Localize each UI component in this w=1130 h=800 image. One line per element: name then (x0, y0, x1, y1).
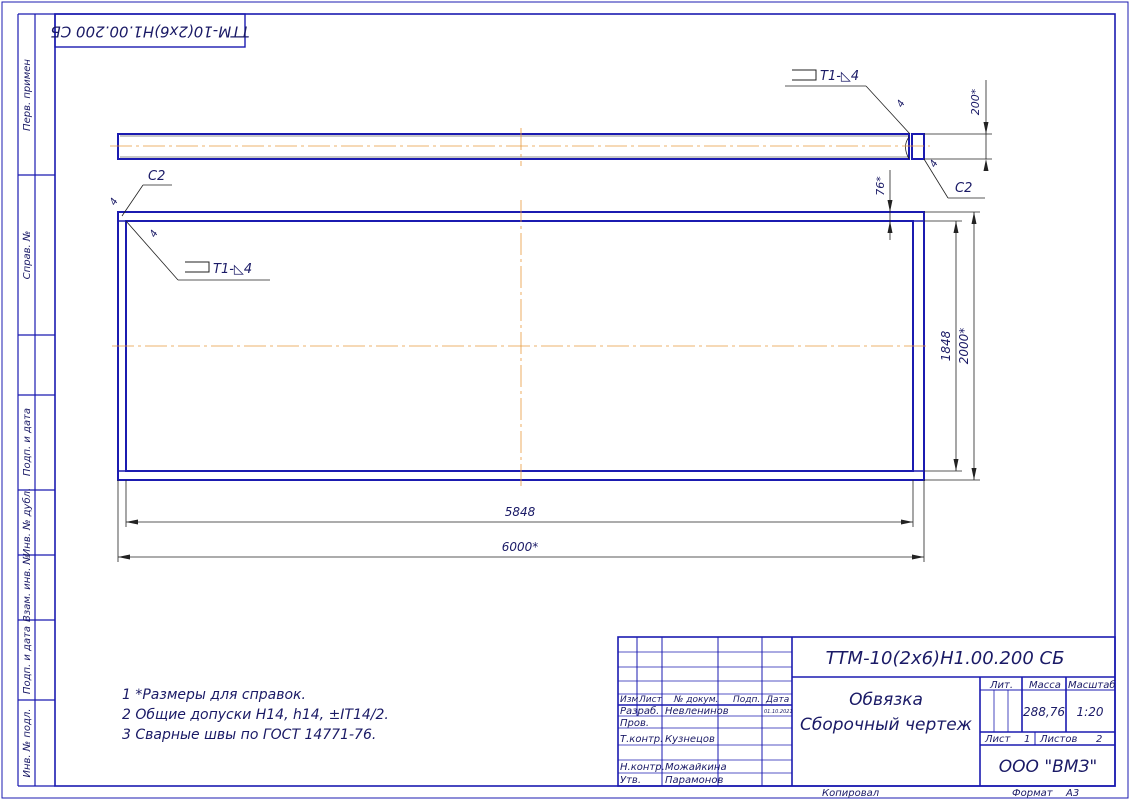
designation-mirror-box: ТТМ-10(2х6)Н1.00.200 СБ (50, 13, 250, 48)
tb-lit-label: Лит. (989, 680, 1013, 691)
tb-col-list: Лист (638, 695, 663, 705)
tb-list-label: Лист (984, 734, 1012, 745)
footer-kopiroval: Копировал (822, 788, 880, 799)
dim-profile-h: 200* (969, 88, 982, 115)
chamfer-left: С2 (148, 169, 165, 184)
tb-list-value: 1 (1024, 734, 1030, 745)
dim-len-inner: 5848 (505, 505, 536, 519)
drawing-sheet: Перв. примен Справ. № Подп. и дата Инв. … (1, 1, 1129, 799)
tb-razrab-name: Невленинов (665, 706, 729, 717)
tb-utv-label: Утв. (620, 775, 641, 786)
weld-label-left: Т1-◺4 (213, 262, 252, 277)
note-3: 3 Сварные швы по ГОСТ 14771-76. (122, 727, 376, 743)
tb-title-line2: Сборочный чертеж (800, 715, 973, 735)
tb-tkontr-label: Т.контр. (620, 734, 663, 745)
notes: 1 *Размеры для справок. 2 Общие допуски … (122, 687, 389, 743)
tb-razrab-date: 01.10.2021 (764, 709, 793, 715)
tb-col-doc: № докум. (673, 695, 718, 705)
stamp-inv-dubl: Инв. № дубл. (21, 488, 33, 556)
weld-label-top: Т1-◺4 (820, 69, 859, 84)
weld-annotations: Т1-◺4 4 С2 4 С2 4 Т1-◺4 4 (108, 69, 985, 281)
side-stamp: Перв. примен Справ. № Подп. и дата Инв. … (17, 13, 55, 787)
weld-leg-left-low: 4 (148, 228, 161, 239)
stamp-perv-primen: Перв. примен (22, 59, 33, 131)
tb-massa-label: Масса (1029, 680, 1061, 691)
tb-nkontr-name: Можайкина (665, 762, 727, 773)
stamp-podp-data-2: Подп. и дата (22, 626, 33, 694)
tb-utv-name: Парамонов (665, 775, 723, 786)
dim-h-total: 2000* (957, 328, 971, 365)
dim-profile-w: 76* (874, 176, 887, 196)
outer-border (1, 1, 1129, 799)
stamp-vzam-inv: Взам. инв. № (22, 554, 33, 622)
stamp-podp-data-1: Подп. и дата (22, 408, 33, 476)
tb-massa-value: 288,76 (1023, 705, 1065, 719)
front-view (112, 200, 930, 488)
tb-listov-value: 2 (1096, 734, 1102, 745)
dimensions: 5848 6000* 1848 2000* 200* 76* (117, 80, 992, 562)
tb-listov-label: Листов (1039, 734, 1077, 745)
weld-leg-top: 4 (895, 98, 908, 109)
tb-col-izm: Изм (620, 695, 639, 705)
tb-col-podp: Подп. (733, 695, 760, 705)
tb-razrab-label: Разраб. (620, 705, 659, 717)
tb-tkontr-name: Кузнецов (665, 734, 715, 745)
dim-h-inner: 1848 (939, 330, 953, 361)
title-block: Изм Лист № докум. Подп. Дата Разраб. Нев… (617, 636, 1116, 787)
note-2: 2 Общие допуски Н14, h14, ±IT14/2. (122, 707, 389, 723)
tb-designation: ТТМ-10(2х6)Н1.00.200 СБ (826, 648, 1065, 669)
tb-nkontr-label: Н.контр. (620, 762, 665, 773)
tb-organization: ООО "ВМЗ" (999, 757, 1097, 777)
note-1: 1 *Размеры для справок. (122, 687, 306, 703)
weld-leg-right: 4 (928, 158, 941, 169)
tb-masshtab-value: 1:20 (1077, 705, 1104, 719)
tb-title-line1: Обвязка (849, 690, 923, 710)
top-view (110, 128, 930, 166)
footer-format-value: А3 (1065, 788, 1079, 799)
footer-format-label: Формат (1012, 788, 1054, 799)
dim-len-total: 6000* (502, 540, 539, 554)
stamp-inv-podl: Инв. № подл. (22, 709, 33, 778)
chamfer-right: С2 (955, 181, 972, 196)
tb-prov-label: Пров. (620, 718, 649, 729)
weld-leg-left-top: 4 (108, 196, 121, 207)
tb-masshtab-label: Масштаб (1068, 679, 1116, 691)
stamp-sprav-no: Справ. № (22, 231, 33, 280)
designation-mirrored: ТТМ-10(2х6)Н1.00.200 СБ (50, 23, 249, 41)
tb-col-data: Дата (765, 695, 789, 705)
